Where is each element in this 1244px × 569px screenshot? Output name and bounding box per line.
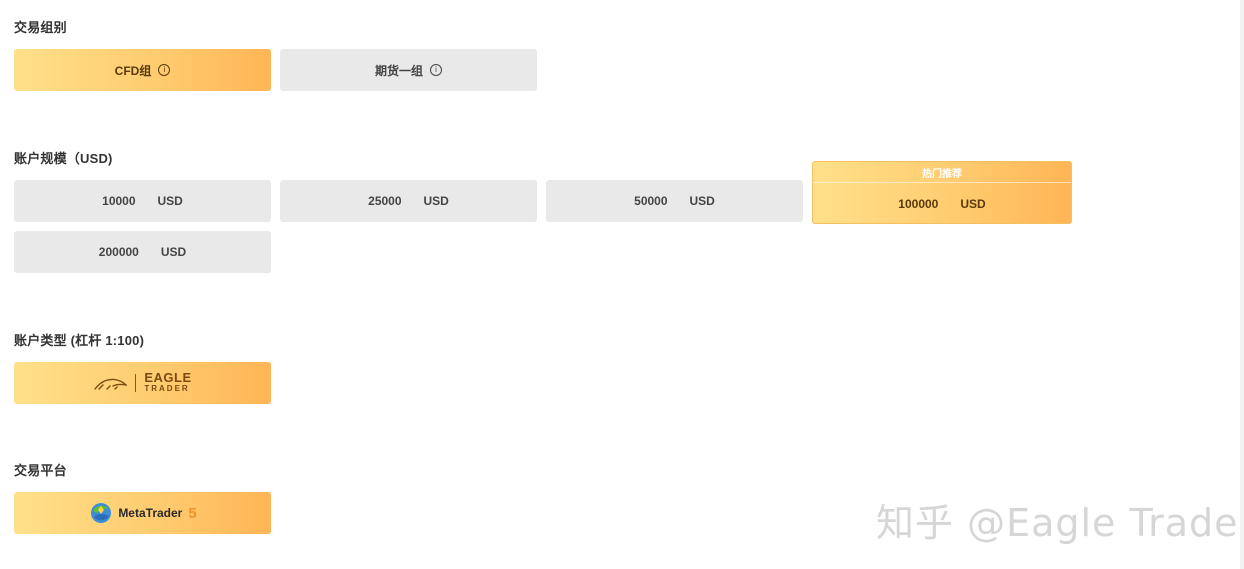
- size-currency: USD: [689, 194, 715, 208]
- group-option-cfd[interactable]: CFD组 i: [14, 49, 271, 91]
- eagle-logo-sub: TRADER: [144, 384, 190, 393]
- trading-group-title: 交易组别: [14, 20, 67, 35]
- size-amount: 25000: [368, 194, 402, 208]
- account-type-eagle-trader[interactable]: EAGLE TRADER: [14, 362, 271, 404]
- eagle-logo-main: EAGLE: [144, 370, 192, 385]
- account-type-title: 账户类型 (杠杆 1:100): [14, 333, 145, 348]
- hot-recommend-badge: 热门推荐: [813, 162, 1071, 183]
- metatrader-version: 5: [188, 504, 197, 522]
- size-option-10000[interactable]: 10000 USD: [14, 180, 271, 222]
- metatrader-name: MetaTrader: [118, 506, 183, 520]
- platform-metatrader5[interactable]: MetaTrader 5: [14, 492, 271, 534]
- size-amount: 100000: [898, 196, 939, 211]
- info-icon[interactable]: i: [430, 64, 442, 76]
- size-option-200000[interactable]: 200000 USD: [14, 231, 271, 273]
- page-scroll-edge: [1240, 0, 1244, 569]
- logo-divider: [135, 374, 137, 392]
- account-size-title: 账户规模（USD): [14, 151, 113, 166]
- size-amount: 200000: [98, 245, 139, 259]
- zhihu-watermark: 知乎 @Eagle Trader: [876, 501, 1244, 545]
- group-option-label: 期货一组: [374, 63, 423, 78]
- size-currency: USD: [960, 196, 986, 211]
- group-option-futures[interactable]: 期货一组 i: [280, 49, 537, 91]
- platform-title: 交易平台: [14, 463, 67, 478]
- size-currency: USD: [157, 194, 183, 208]
- eagle-icon: [94, 378, 128, 390]
- group-option-label: CFD组: [114, 63, 152, 78]
- size-currency: USD: [423, 194, 449, 208]
- size-currency: USD: [160, 245, 187, 259]
- metatrader-logo: MetaTrader 5: [88, 501, 197, 525]
- size-option-25000[interactable]: 25000 USD: [280, 180, 537, 222]
- eagle-trader-logo: EAGLE TRADER: [93, 370, 192, 394]
- size-option-100000[interactable]: 热门推荐 100000 USD: [812, 161, 1072, 224]
- metatrader-icon: [91, 503, 112, 523]
- size-amount: 10000: [102, 194, 136, 208]
- size-option-50000[interactable]: 50000 USD: [546, 180, 803, 222]
- size-amount: 50000: [634, 194, 668, 208]
- info-icon[interactable]: i: [158, 64, 171, 76]
